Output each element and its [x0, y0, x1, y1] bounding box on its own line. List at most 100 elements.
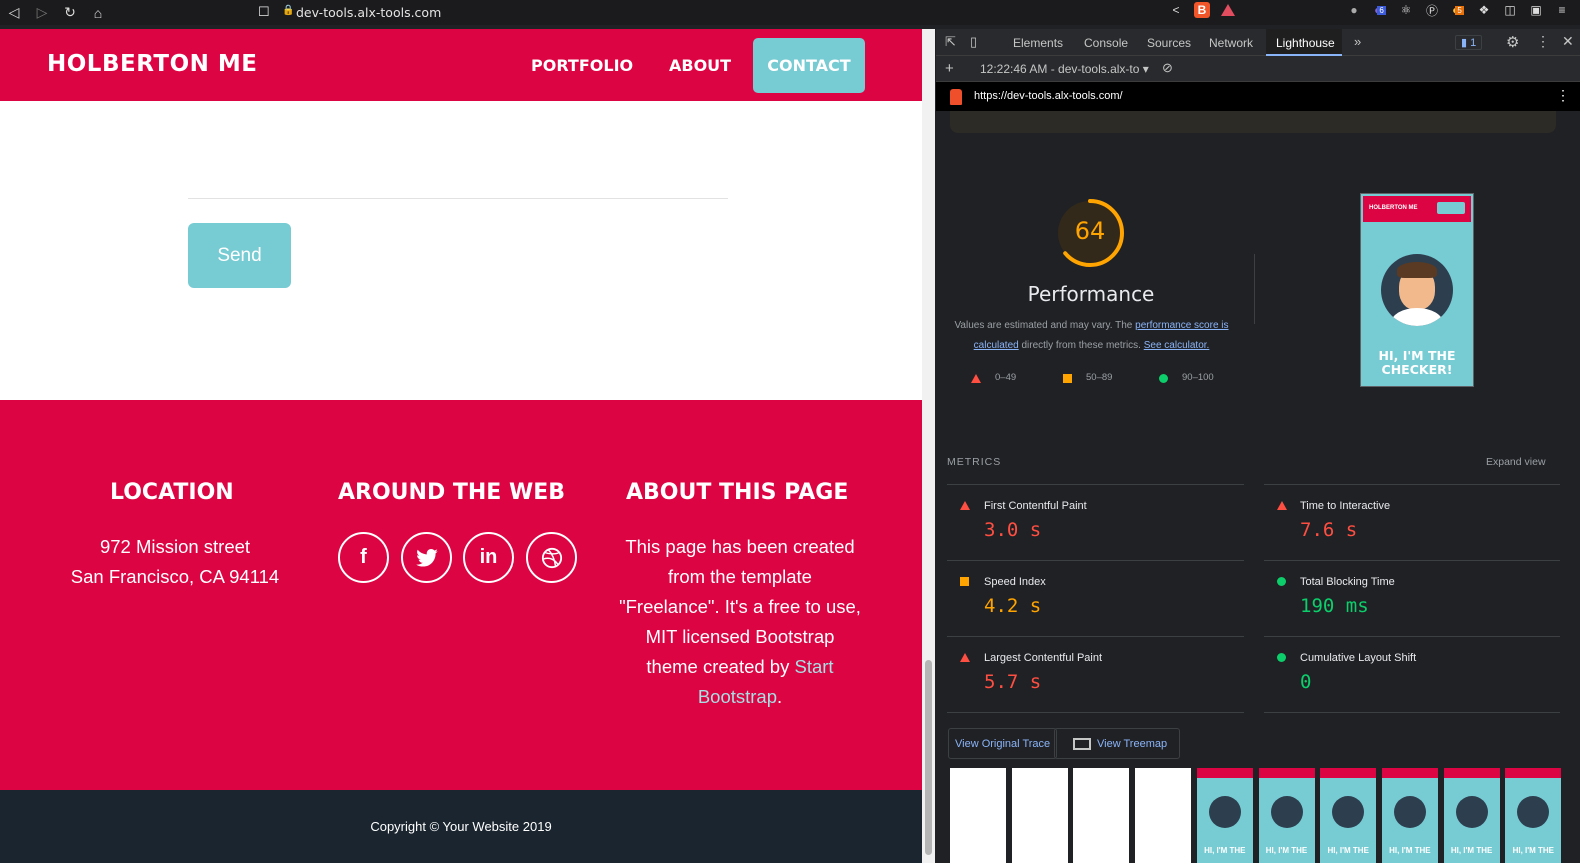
tab-console[interactable]: Console: [1084, 36, 1128, 50]
twitter-icon[interactable]: [401, 532, 452, 583]
start-bootstrap-link[interactable]: Bootstrap: [698, 686, 777, 707]
settings-icon[interactable]: ⚙: [1506, 33, 1519, 51]
thumb-heading: HI, I'M THE CHECKER!: [1361, 349, 1473, 377]
extension-badge: 5: [1455, 5, 1464, 15]
metric-divider: [947, 484, 1244, 485]
fail-icon: [960, 653, 970, 662]
dribbble-icon[interactable]: [526, 532, 577, 583]
tab-network[interactable]: Network: [1209, 36, 1253, 50]
performance-description: Values are estimated and may vary. The p…: [954, 316, 1229, 356]
filmstrip-frame: HI, I'M THE: [1443, 768, 1500, 863]
nav-portfolio[interactable]: PORTFOLIO: [531, 56, 633, 75]
bulb-icon[interactable]: ●5: [1450, 2, 1466, 18]
performance-gauge[interactable]: 64: [1054, 197, 1126, 269]
back-icon[interactable]: ◁: [0, 0, 28, 25]
frame-navbar: [1196, 768, 1253, 778]
message-field[interactable]: [188, 198, 728, 199]
issues-badge[interactable]: ▮ 1: [1455, 35, 1483, 50]
issues-count: 1: [1470, 37, 1477, 49]
frame-navbar: [1505, 768, 1562, 778]
wallet-icon[interactable]: ▣: [1528, 2, 1544, 18]
new-report-icon[interactable]: +: [945, 60, 954, 77]
copyright-bar: Copyright © Your Website 2019: [0, 790, 922, 863]
react-icon[interactable]: ⚛: [1398, 2, 1414, 18]
tab-lighthouse[interactable]: Lighthouse: [1276, 36, 1335, 50]
start-bootstrap-link[interactable]: Start: [795, 656, 834, 677]
frame-avatar: [1332, 796, 1365, 828]
extensions-puzzle-icon[interactable]: ❖: [1476, 2, 1492, 18]
legend-fail: 0–49: [995, 372, 1017, 383]
metric-divider: [1264, 484, 1560, 485]
frame-avatar: [1270, 796, 1303, 828]
devtools-tabbar: ⇱ ▯ Elements Console Sources Network Lig…: [936, 29, 1580, 56]
extension-icon[interactable]: ●: [1346, 2, 1362, 18]
frame-heading: HI, I'M THE: [1265, 846, 1308, 855]
close-icon[interactable]: ✕: [1562, 33, 1574, 50]
lock-icon: 🔒: [282, 5, 295, 16]
device-toolbar-icon[interactable]: ▯: [970, 34, 977, 50]
menu-icon[interactable]: ≡: [1554, 2, 1570, 18]
report-selector[interactable]: 12:22:46 AM - dev-tools.alx-to ▾: [980, 62, 1149, 76]
treemap-icon: [1073, 737, 1091, 750]
address-line-1: 972 Mission street: [99, 536, 251, 557]
metric-name: First Contentful Paint: [984, 500, 1087, 512]
average-icon: [960, 577, 969, 586]
brave-rewards-icon[interactable]: [1220, 2, 1236, 18]
metric-divider: [1264, 712, 1560, 713]
about-page-title: ABOUT THIS PAGE: [626, 480, 849, 505]
clear-icon[interactable]: ⊘: [1162, 60, 1173, 76]
frame-heading: HI, I'M THE: [1204, 846, 1246, 855]
final-screenshot[interactable]: HOLBERTON ME HI, I'M THE CHECKER!: [1360, 193, 1474, 387]
frame-heading: HI, I'M THE: [1450, 846, 1493, 855]
about-line: Bootstrap.: [605, 682, 875, 712]
share-icon[interactable]: <: [1168, 2, 1184, 18]
send-button[interactable]: Send: [188, 223, 291, 288]
metric-divider: [947, 712, 1244, 713]
score-calculated-link[interactable]: performance score is: [1135, 320, 1228, 331]
extension-badge: 6: [1377, 5, 1386, 15]
view-treemap-button[interactable]: View Treemap: [1054, 728, 1181, 759]
inspect-element-icon[interactable]: ⇱: [945, 34, 956, 50]
site-brand[interactable]: HOLBERTON ME: [47, 51, 257, 77]
about-line: theme created by Start: [605, 652, 875, 682]
wappalyzer-icon[interactable]: Ⓟ: [1424, 2, 1440, 18]
forward-icon[interactable]: ▷: [28, 0, 56, 25]
metric-name: Time to Interactive: [1300, 500, 1391, 512]
thumb-navbar: HOLBERTON ME: [1363, 196, 1471, 222]
frame-navbar: [1258, 768, 1315, 778]
see-calculator-link[interactable]: See calculator.: [1144, 340, 1210, 351]
site-navbar: HOLBERTON ME PORTFOLIO ABOUT CONTACT: [0, 29, 922, 101]
report-selector-label: 12:22:46 AM - dev-tools.alx-to: [980, 62, 1140, 76]
tab-sources[interactable]: Sources: [1147, 36, 1191, 50]
frame-navbar: [1381, 768, 1438, 778]
topbar-separator: [950, 111, 1556, 133]
nav-contact[interactable]: CONTACT: [753, 38, 865, 93]
home-icon[interactable]: ⌂: [84, 0, 112, 25]
address-line-2: San Francisco, CA 94114: [70, 566, 280, 587]
metric-value: 0: [1300, 671, 1312, 693]
report-menu-icon[interactable]: ⋮: [1556, 87, 1570, 104]
expand-view-toggle[interactable]: Expand view: [1486, 456, 1546, 468]
sidebar-icon[interactable]: ◫: [1502, 2, 1518, 18]
score-calculated-link[interactable]: calculated: [974, 340, 1019, 351]
page-scroll-thumb[interactable]: [925, 660, 932, 855]
lighthouse-icon: [950, 89, 962, 105]
address-bar[interactable]: dev-tools.alx-tools.com: [296, 5, 441, 20]
bookmark-icon[interactable]: ☐: [258, 4, 270, 20]
tab-elements[interactable]: Elements: [1013, 36, 1063, 50]
view-original-trace-button[interactable]: View Original Trace: [948, 728, 1058, 759]
button-label: View Treemap: [1097, 737, 1168, 750]
nav-about[interactable]: ABOUT: [669, 56, 731, 75]
metric-name: Total Blocking Time: [1300, 576, 1395, 588]
metric-divider: [1264, 560, 1560, 561]
kebab-menu-icon[interactable]: ⋮: [1536, 33, 1550, 50]
linkedin-icon[interactable]: in: [463, 532, 514, 583]
report-url[interactable]: https://dev-tools.alx-tools.com/: [974, 90, 1123, 102]
more-tabs-icon[interactable]: »: [1354, 34, 1361, 49]
extension-purple-icon[interactable]: ●6: [1372, 2, 1388, 18]
brave-shields-icon[interactable]: B: [1194, 2, 1210, 18]
desc-text: Values are estimated and may vary. The: [954, 320, 1133, 331]
metric-name: Largest Contentful Paint: [984, 652, 1103, 664]
reload-icon[interactable]: ↻: [56, 0, 84, 25]
facebook-icon[interactable]: f: [338, 532, 389, 583]
